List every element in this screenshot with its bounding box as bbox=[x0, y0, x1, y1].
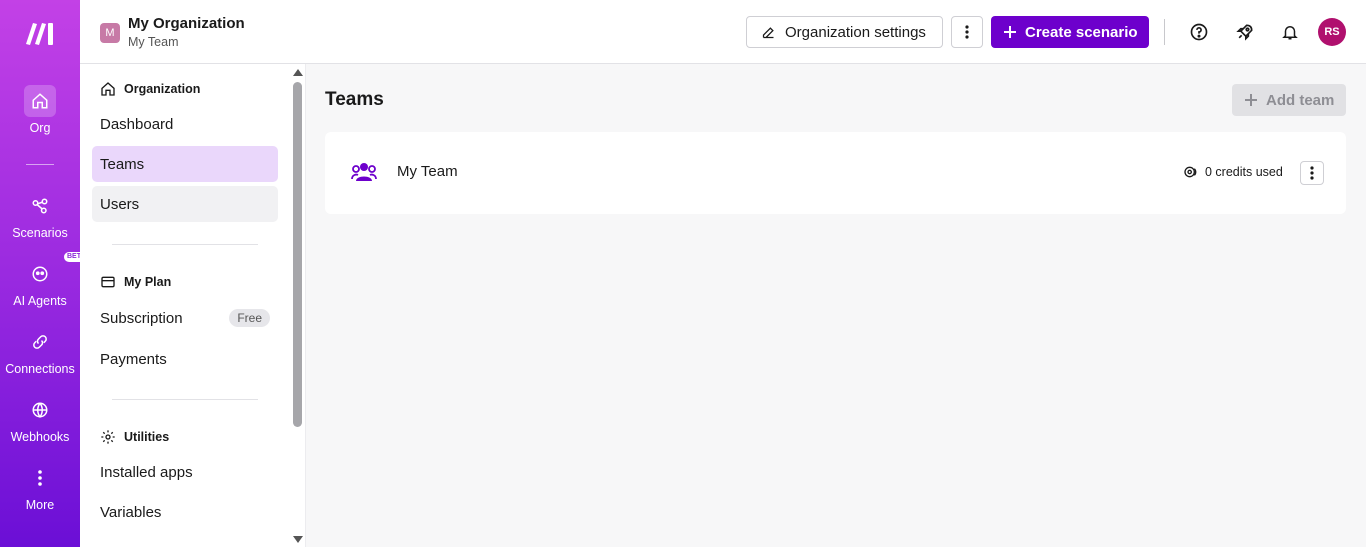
help-icon[interactable] bbox=[1187, 20, 1211, 44]
credit-card-icon bbox=[101, 276, 115, 288]
section-organization: Organization bbox=[100, 81, 200, 97]
rail-item-label: Scenarios bbox=[12, 226, 68, 240]
plan-badge: Free bbox=[229, 309, 270, 327]
nav-item-label: Payments bbox=[100, 350, 167, 368]
nav-item-label: Variables bbox=[100, 503, 162, 521]
page-title: Teams bbox=[325, 89, 384, 110]
ai-agent-icon: BETA bbox=[24, 252, 89, 290]
edit-icon bbox=[762, 26, 774, 38]
rail-divider bbox=[26, 164, 54, 165]
team-more-button[interactable] bbox=[1300, 161, 1324, 185]
nav-item-label: Users bbox=[100, 195, 140, 213]
section-title: My Plan bbox=[124, 275, 172, 289]
scrollbar-thumb[interactable] bbox=[293, 82, 302, 427]
rail-item-webhooks[interactable]: Webhooks bbox=[0, 394, 80, 444]
org-initial-badge[interactable]: M bbox=[100, 23, 120, 43]
share-icon bbox=[24, 190, 56, 222]
team-card[interactable]: My Team 0 credits used bbox=[325, 132, 1346, 214]
scroll-up-arrow-icon[interactable] bbox=[293, 69, 303, 76]
create-scenario-label: Create scenario bbox=[1025, 23, 1138, 41]
more-vertical-icon bbox=[24, 462, 56, 494]
nav-item-dashboard[interactable]: Dashboard bbox=[92, 106, 278, 142]
nav-divider bbox=[112, 244, 258, 245]
header-more-button[interactable] bbox=[951, 16, 983, 48]
create-scenario-button[interactable]: Create scenario bbox=[991, 16, 1149, 48]
add-team-label: Add team bbox=[1266, 91, 1335, 109]
nav-item-payments[interactable]: Payments bbox=[92, 341, 278, 377]
rail-item-ai-agents[interactable]: BETA AI Agents bbox=[0, 252, 89, 308]
rail-item-more[interactable]: More bbox=[0, 462, 80, 512]
top-header: M My Organization My Team Organization s… bbox=[80, 0, 1366, 64]
nav-item-subscription[interactable]: Subscription Free bbox=[92, 300, 278, 336]
add-team-button[interactable]: Add team bbox=[1232, 84, 1346, 116]
sidenav-scrollbar[interactable] bbox=[290, 64, 305, 547]
team-users-icon bbox=[351, 163, 377, 181]
nav-item-variables[interactable]: Variables bbox=[92, 494, 278, 530]
globe-icon bbox=[24, 394, 56, 426]
rail-item-label: Connections bbox=[5, 362, 75, 376]
plus-icon bbox=[1004, 26, 1016, 38]
bell-icon[interactable] bbox=[1278, 20, 1302, 44]
header-divider bbox=[1164, 19, 1165, 45]
credits-icon bbox=[1184, 166, 1197, 178]
plus-icon bbox=[1245, 94, 1257, 106]
organization-settings-button[interactable]: Organization settings bbox=[746, 16, 943, 48]
credits-used: 0 credits used bbox=[1183, 165, 1283, 179]
credits-label: 0 credits used bbox=[1205, 165, 1283, 179]
team-name[interactable]: My Team bbox=[397, 163, 458, 180]
gear-icon bbox=[101, 430, 115, 444]
nav-item-teams[interactable]: Teams bbox=[92, 146, 278, 182]
section-title: Utilities bbox=[124, 430, 170, 444]
link-icon bbox=[24, 326, 56, 358]
app-rail: Org Scenarios BETA AI Agents Connections… bbox=[0, 0, 89, 547]
make-logo-icon[interactable] bbox=[24, 20, 56, 46]
nav-item-users[interactable]: Users bbox=[92, 186, 278, 222]
home-icon bbox=[24, 85, 56, 117]
org-side-nav: Organization Dashboard Teams Users My Pl… bbox=[80, 64, 306, 547]
organization-settings-label: Organization settings bbox=[785, 23, 926, 41]
rail-item-org[interactable]: Org bbox=[0, 85, 80, 135]
rail-item-label: Org bbox=[29, 121, 51, 135]
rail-item-label: More bbox=[25, 498, 55, 512]
section-my-plan: My Plan bbox=[100, 274, 171, 290]
section-utilities: Utilities bbox=[100, 429, 169, 445]
org-name[interactable]: My Organization bbox=[128, 15, 245, 32]
nav-item-installed-apps[interactable]: Installed apps bbox=[92, 454, 278, 490]
more-vertical-icon bbox=[965, 25, 969, 39]
scroll-down-arrow-icon[interactable] bbox=[293, 536, 303, 543]
nav-divider bbox=[112, 399, 258, 400]
nav-item-label: Teams bbox=[100, 155, 145, 173]
section-title: Organization bbox=[124, 82, 201, 96]
rail-item-scenarios[interactable]: Scenarios bbox=[0, 190, 80, 240]
more-vertical-icon bbox=[1310, 166, 1314, 180]
nav-item-label: Dashboard bbox=[100, 115, 174, 133]
rail-item-label: AI Agents bbox=[13, 294, 67, 308]
nav-item-label: Installed apps bbox=[100, 463, 193, 481]
nav-item-label: Subscription bbox=[100, 309, 183, 327]
rail-item-label: Webhooks bbox=[10, 430, 70, 444]
team-name[interactable]: My Team bbox=[128, 35, 178, 49]
rocket-icon[interactable] bbox=[1233, 20, 1257, 44]
rail-item-connections[interactable]: Connections bbox=[0, 326, 80, 376]
user-avatar[interactable]: RS bbox=[1318, 18, 1346, 46]
home-icon bbox=[101, 82, 115, 96]
